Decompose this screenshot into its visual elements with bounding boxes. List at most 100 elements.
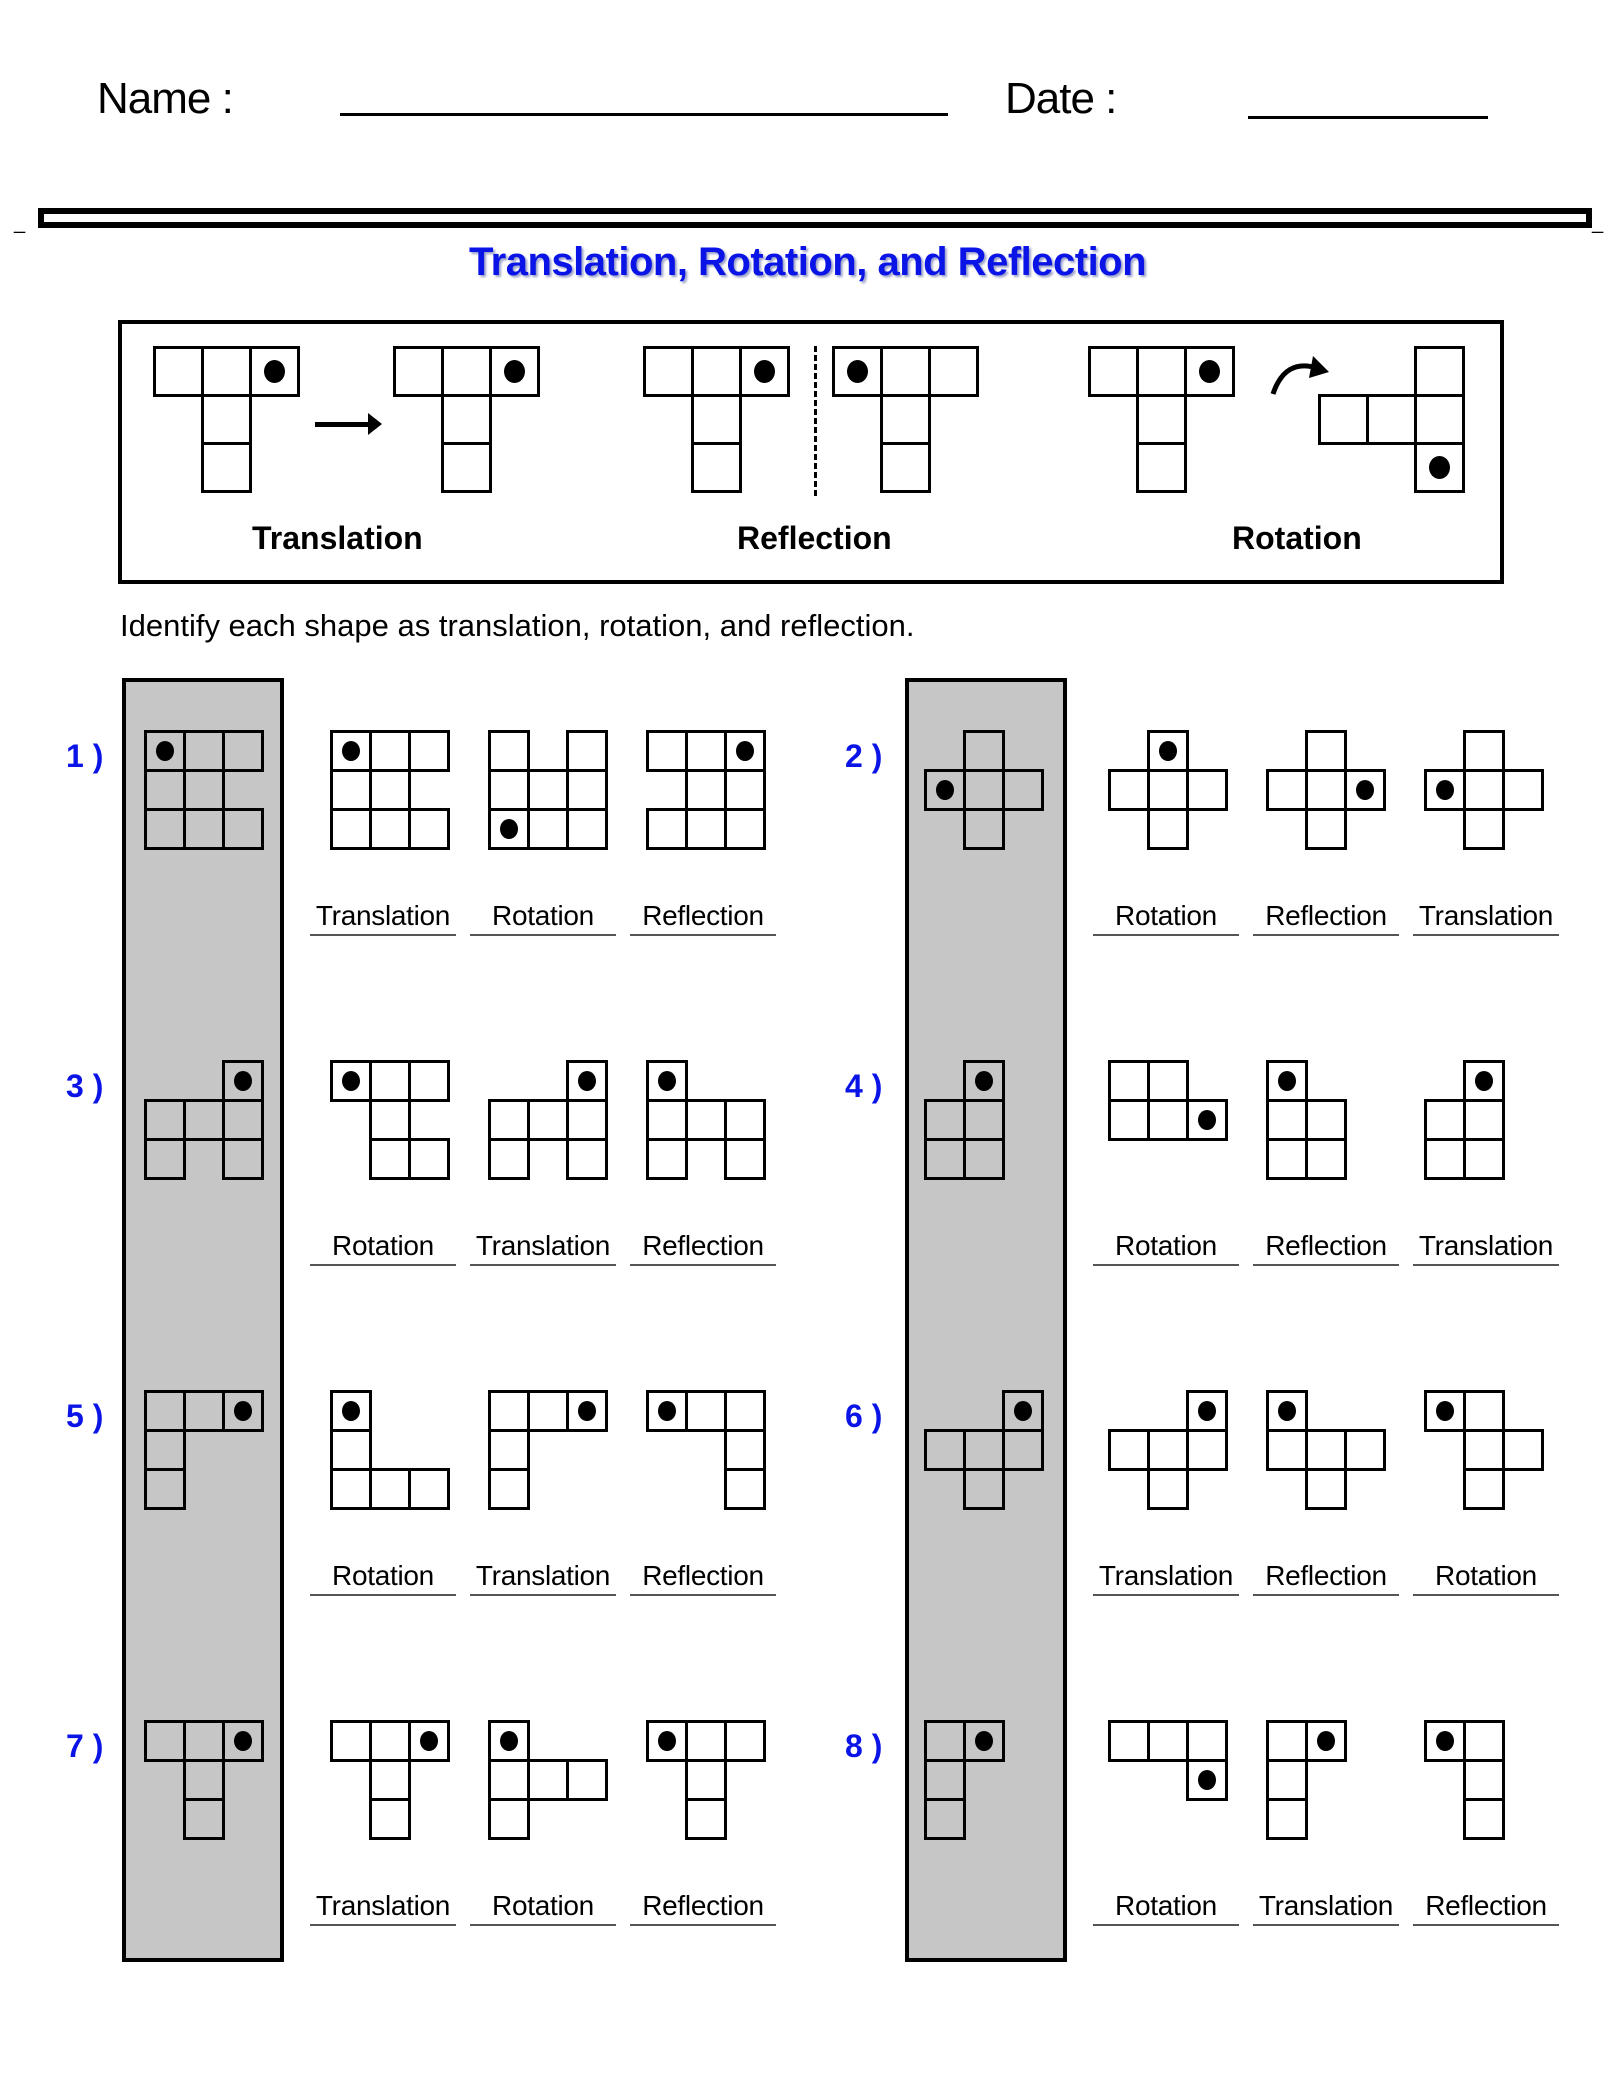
grid-cell — [369, 1759, 411, 1801]
dot-marker — [754, 359, 775, 383]
example-label-rotation: Rotation — [1232, 520, 1362, 556]
grid-cell — [685, 1759, 727, 1801]
problem-number: 3 ) — [66, 1068, 104, 1104]
grid-cell — [1463, 1468, 1505, 1510]
dot-marker — [1199, 359, 1220, 383]
grid-cell — [488, 730, 530, 772]
grid-cell — [685, 730, 727, 772]
grid-cell — [144, 1468, 186, 1510]
grid-cell — [144, 769, 186, 811]
grid-cell — [222, 1138, 264, 1180]
grid-cell — [691, 394, 742, 445]
grid-cell — [369, 1060, 411, 1102]
option-label-translation: Translation — [310, 1890, 456, 1926]
grid-cell — [685, 1390, 727, 1432]
dot-marker — [658, 1401, 676, 1422]
dot-marker — [420, 1731, 438, 1752]
option-label-reflection: Reflection — [630, 1890, 776, 1926]
option-label-translation: Translation — [1413, 1230, 1559, 1266]
problem-number: 8 ) — [845, 1728, 883, 1764]
option-label-reflection: Reflection — [1253, 1230, 1399, 1266]
option-label-rotation: Rotation — [470, 900, 616, 936]
grid-cell — [441, 346, 492, 397]
option-label-translation: Translation — [470, 1560, 616, 1596]
dot-marker — [736, 741, 754, 762]
grid-cell — [144, 1720, 186, 1762]
grid-cell — [527, 1759, 569, 1801]
grid-cell — [527, 1099, 569, 1141]
grid-cell — [222, 1099, 264, 1141]
option-label-rotation: Rotation — [1093, 1230, 1239, 1266]
dot-marker — [658, 1071, 676, 1092]
grid-cell — [1108, 1429, 1150, 1471]
grid-cell — [488, 1390, 530, 1432]
grid-cell — [1088, 346, 1139, 397]
dot-marker — [234, 1071, 252, 1092]
grid-cell — [369, 1720, 411, 1762]
grid-cell — [963, 1429, 1005, 1471]
translation-arrow-icon — [315, 422, 373, 427]
grid-cell — [1002, 769, 1044, 811]
grid-cell — [724, 1138, 766, 1180]
grid-cell — [1502, 1429, 1544, 1471]
grid-cell — [1266, 1138, 1308, 1180]
translation-arrowhead-icon — [368, 413, 382, 435]
grid-cell — [1147, 1720, 1189, 1762]
grid-cell — [685, 1798, 727, 1840]
grid-cell — [144, 1390, 186, 1432]
grid-cell — [488, 1099, 530, 1141]
option-label-reflection: Reflection — [630, 900, 776, 936]
date-field-line[interactable] — [1248, 116, 1488, 119]
grid-cell — [1463, 1720, 1505, 1762]
rotation-arrow-icon — [1270, 356, 1329, 395]
grid-cell — [1305, 808, 1347, 850]
dot-marker — [1475, 1071, 1493, 1092]
grid-cell — [144, 1138, 186, 1180]
option-label-reflection: Reflection — [1253, 900, 1399, 936]
dot-marker — [1436, 1401, 1454, 1422]
grid-cell — [393, 346, 444, 397]
dot-marker — [936, 780, 954, 801]
grid-cell — [1266, 1099, 1308, 1141]
grid-cell — [527, 1390, 569, 1432]
example-label-translation: Translation — [252, 520, 423, 556]
option-label-rotation: Rotation — [1413, 1560, 1559, 1596]
grid-cell — [488, 1138, 530, 1180]
dot-marker — [975, 1071, 993, 1092]
grid-cell — [183, 1798, 225, 1840]
dot-marker — [1436, 1731, 1454, 1752]
grid-cell — [685, 1099, 727, 1141]
grid-cell — [153, 346, 204, 397]
grid-cell — [691, 442, 742, 493]
grid-cell — [1424, 1099, 1466, 1141]
option-label-rotation: Rotation — [310, 1230, 456, 1266]
grid-cell — [408, 1138, 450, 1180]
worksheet-title: Translation, Rotation, and Reflection — [468, 240, 1147, 284]
grid-cell — [1463, 1429, 1505, 1471]
grid-cell — [1136, 394, 1187, 445]
grid-cell — [488, 769, 530, 811]
grid-cell — [369, 1099, 411, 1141]
grid-cell — [488, 1759, 530, 1801]
option-label-translation: Translation — [1093, 1560, 1239, 1596]
dot-marker — [504, 359, 525, 383]
grid-cell — [924, 1429, 966, 1471]
name-field-line[interactable] — [340, 113, 948, 116]
dot-marker — [500, 1731, 518, 1752]
grid-cell — [1305, 1138, 1347, 1180]
dot-marker — [847, 359, 868, 383]
grid-cell — [880, 394, 931, 445]
grid-cell — [1502, 769, 1544, 811]
grid-cell — [685, 1720, 727, 1762]
grid-cell — [1108, 1099, 1150, 1141]
grid-cell — [646, 808, 688, 850]
option-label-rotation: Rotation — [1093, 1890, 1239, 1926]
grid-cell — [924, 1759, 966, 1801]
grid-cell — [330, 1468, 372, 1510]
grid-cell — [1414, 394, 1465, 445]
grid-cell — [183, 1390, 225, 1432]
problem-number: 7 ) — [66, 1728, 104, 1764]
grid-cell — [1463, 1798, 1505, 1840]
grid-cell — [724, 1429, 766, 1471]
dot-marker — [234, 1401, 252, 1422]
